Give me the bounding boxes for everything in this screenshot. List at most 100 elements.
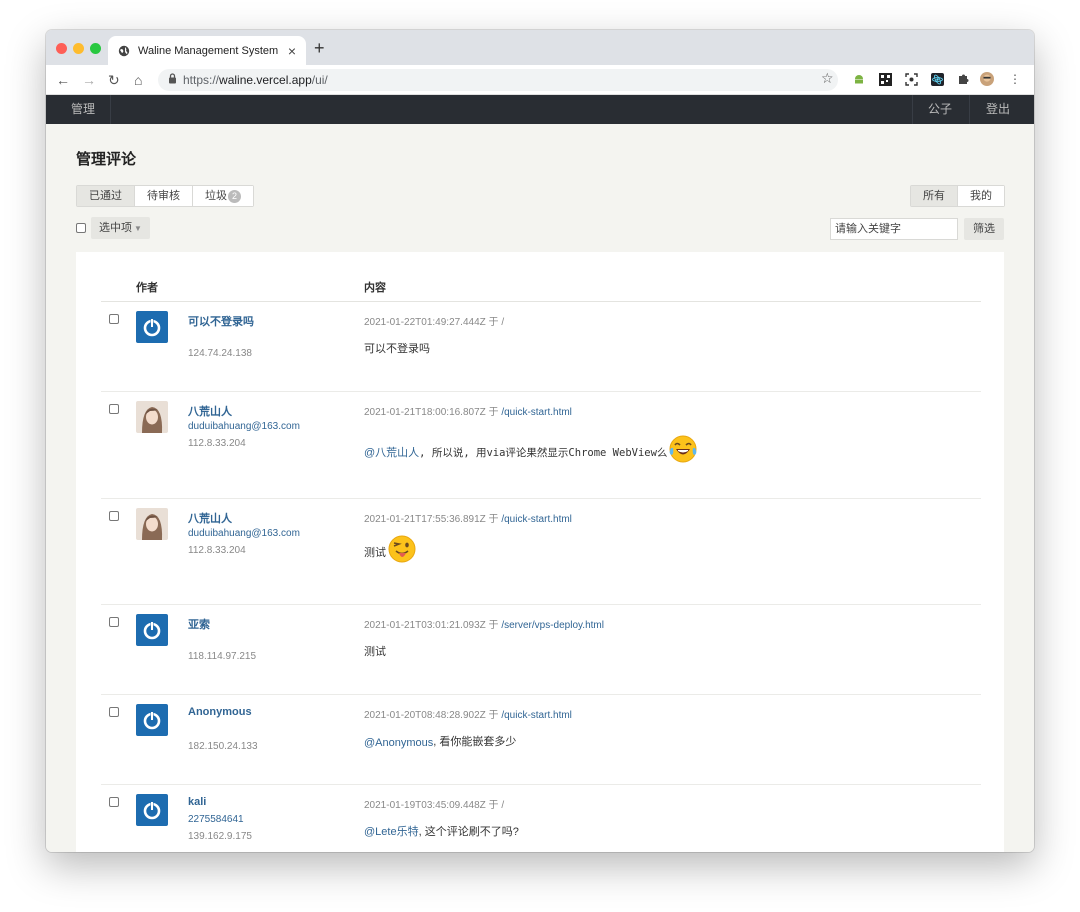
browser-tab[interactable]: Waline Management System ×	[108, 36, 306, 65]
profile-avatar-icon[interactable]	[980, 72, 994, 86]
row-checkbox[interactable]	[109, 314, 119, 324]
address-bar[interactable]: https://waline.vercel.app/ui/	[158, 69, 838, 91]
app-header: 管理 公子 登出	[46, 95, 1034, 124]
author-name[interactable]: 可以不登录吗	[188, 313, 254, 329]
tab-pending[interactable]: 待审核	[135, 186, 193, 206]
menu-kebab-icon[interactable]: ⋮	[1008, 72, 1022, 86]
tab-spam[interactable]: 垃圾 2	[193, 186, 254, 206]
author-ip: 139.162.9.175	[188, 831, 252, 842]
author-email[interactable]: duduibahuang@163.com	[188, 421, 300, 432]
author-name[interactable]: kali	[188, 796, 206, 808]
react-devtools-icon[interactable]	[930, 72, 944, 86]
row-checkbox[interactable]	[109, 707, 119, 717]
author-name[interactable]: Anonymous	[188, 706, 252, 718]
power-icon	[143, 318, 161, 337]
tab-approved[interactable]: 已通过	[77, 186, 135, 206]
comment-meta: 2021-01-21T03:01:21.093Z 于 /server/vps-d…	[364, 616, 604, 631]
url-path: /ui/	[311, 73, 328, 87]
comment-mention[interactable]: @八荒山人	[364, 444, 419, 460]
comment-path-link[interactable]: /quick-start.html	[501, 710, 572, 721]
globe-icon	[118, 45, 130, 57]
tab-close-icon[interactable]: ×	[288, 43, 296, 59]
android-extension-icon[interactable]	[852, 72, 866, 86]
comment-meta: 2021-01-19T03:45:09.448Z 于 /	[364, 796, 504, 811]
browser-toolbar: ← → ↻ ⌂ https://waline.vercel.app/ui/ ☆	[46, 65, 1034, 95]
comment-meta: 2021-01-22T01:49:27.444Z 于 /	[364, 313, 504, 328]
url-text: https://waline.vercel.app/ui/	[183, 73, 328, 87]
comment-body: , 所以说, 用via评论果然显示Chrome WebView么	[419, 447, 668, 459]
url-host: waline.vercel.app	[219, 73, 312, 87]
search-input[interactable]: 请输入关键字	[830, 218, 958, 240]
lock-icon	[168, 73, 177, 87]
chevron-down-icon: ▼	[134, 224, 142, 233]
back-arrow-icon[interactable]: ←	[56, 71, 70, 89]
bulk-action-label: 选中项	[99, 222, 132, 234]
comment-path-link[interactable]: /server/vps-deploy.html	[501, 620, 604, 631]
comment-meta: 2021-01-21T18:00:16.807Z 于 /quick-start.…	[364, 403, 572, 418]
tab-all[interactable]: 所有	[911, 186, 958, 206]
new-tab-button[interactable]: +	[314, 38, 325, 58]
bulk-actions: 选中项 ▼	[76, 217, 150, 239]
avatar	[136, 704, 168, 736]
author-name[interactable]: 八荒山人	[188, 510, 232, 526]
qrcode-extension-icon[interactable]	[878, 72, 892, 86]
comment-mention[interactable]: @Anonymous	[364, 737, 433, 749]
screenshot-extension-icon[interactable]	[904, 72, 918, 86]
tab-bar: Waline Management System × +	[46, 30, 1034, 65]
power-icon	[143, 621, 161, 640]
tears-of-joy-emoji-icon	[669, 435, 697, 463]
table-row[interactable]: Anonymous 182.150.24.133 2021-01-20T08:4…	[101, 695, 981, 785]
table-row[interactable]: 可以不登录吗 124.74.24.138 2021-01-22T01:49:27…	[101, 302, 981, 392]
minimize-window-button[interactable]	[73, 43, 84, 54]
nav-manage[interactable]: 管理	[71, 95, 95, 124]
reload-icon[interactable]: ↻	[108, 71, 120, 89]
maximize-window-button[interactable]	[90, 43, 101, 54]
tab-title: Waline Management System	[138, 44, 279, 57]
comment-mention[interactable]: @Lete乐特	[364, 823, 419, 839]
puzzle-extensions-icon[interactable]	[956, 72, 970, 86]
row-checkbox[interactable]	[109, 797, 119, 807]
table-row[interactable]: kali 2275584641 139.162.9.175 2021-01-19…	[101, 785, 981, 852]
close-window-button[interactable]	[56, 43, 67, 54]
comment-text: @Anonymous , 看你能嵌套多少	[364, 733, 516, 749]
row-checkbox[interactable]	[109, 511, 119, 521]
row-checkbox[interactable]	[109, 617, 119, 627]
author-email[interactable]: 2275584641	[188, 814, 244, 825]
comment-path-link[interactable]: /	[501, 800, 504, 811]
author-name[interactable]: 八荒山人	[188, 403, 232, 419]
comment-time: 2021-01-21T03:01:21.093Z 于	[364, 620, 502, 631]
comment-path-link[interactable]: /	[501, 317, 504, 328]
url-scheme: https://	[183, 73, 220, 87]
filter-button[interactable]: 筛选	[964, 218, 1004, 240]
power-icon	[143, 801, 161, 820]
nav-divider	[110, 95, 111, 124]
comment-text: 可以不登录吗	[364, 343, 430, 355]
comment-text: 测试	[364, 530, 417, 563]
row-checkbox[interactable]	[109, 404, 119, 414]
user-photo-icon	[136, 401, 168, 433]
author-name[interactable]: 亚索	[188, 616, 210, 632]
table-row[interactable]: 八荒山人 duduibahuang@163.com 112.8.33.204 2…	[101, 392, 981, 499]
user-photo-icon	[136, 508, 168, 540]
comment-path-link[interactable]: /quick-start.html	[501, 514, 572, 525]
comment-time: 2021-01-21T17:55:36.891Z 于	[364, 514, 502, 525]
bookmark-star-icon[interactable]: ☆	[821, 70, 834, 87]
home-icon[interactable]: ⌂	[134, 71, 142, 89]
table-row[interactable]: 八荒山人 duduibahuang@163.com 112.8.33.204 2…	[101, 499, 981, 605]
avatar	[136, 614, 168, 646]
forward-arrow-icon[interactable]: →	[82, 71, 96, 89]
select-all-checkbox[interactable]	[76, 223, 86, 233]
tab-mine[interactable]: 我的	[958, 186, 1004, 206]
author-ip: 182.150.24.133	[188, 741, 258, 752]
column-content: 内容	[364, 282, 386, 294]
comment-time: 2021-01-20T08:48:28.902Z 于	[364, 710, 502, 721]
tab-spam-label: 垃圾	[205, 190, 227, 202]
nav-logout[interactable]: 登出	[986, 95, 1010, 124]
comment-time: 2021-01-21T18:00:16.807Z 于	[364, 407, 502, 418]
author-email[interactable]: duduibahuang@163.com	[188, 528, 300, 539]
nav-user[interactable]: 公子	[928, 95, 952, 124]
table-row[interactable]: 亚索 118.114.97.215 2021-01-21T03:01:21.09…	[101, 605, 981, 695]
comment-path-link[interactable]: /quick-start.html	[501, 407, 572, 418]
bulk-action-dropdown[interactable]: 选中项 ▼	[91, 217, 150, 239]
author-ip: 112.8.33.204	[188, 438, 246, 449]
